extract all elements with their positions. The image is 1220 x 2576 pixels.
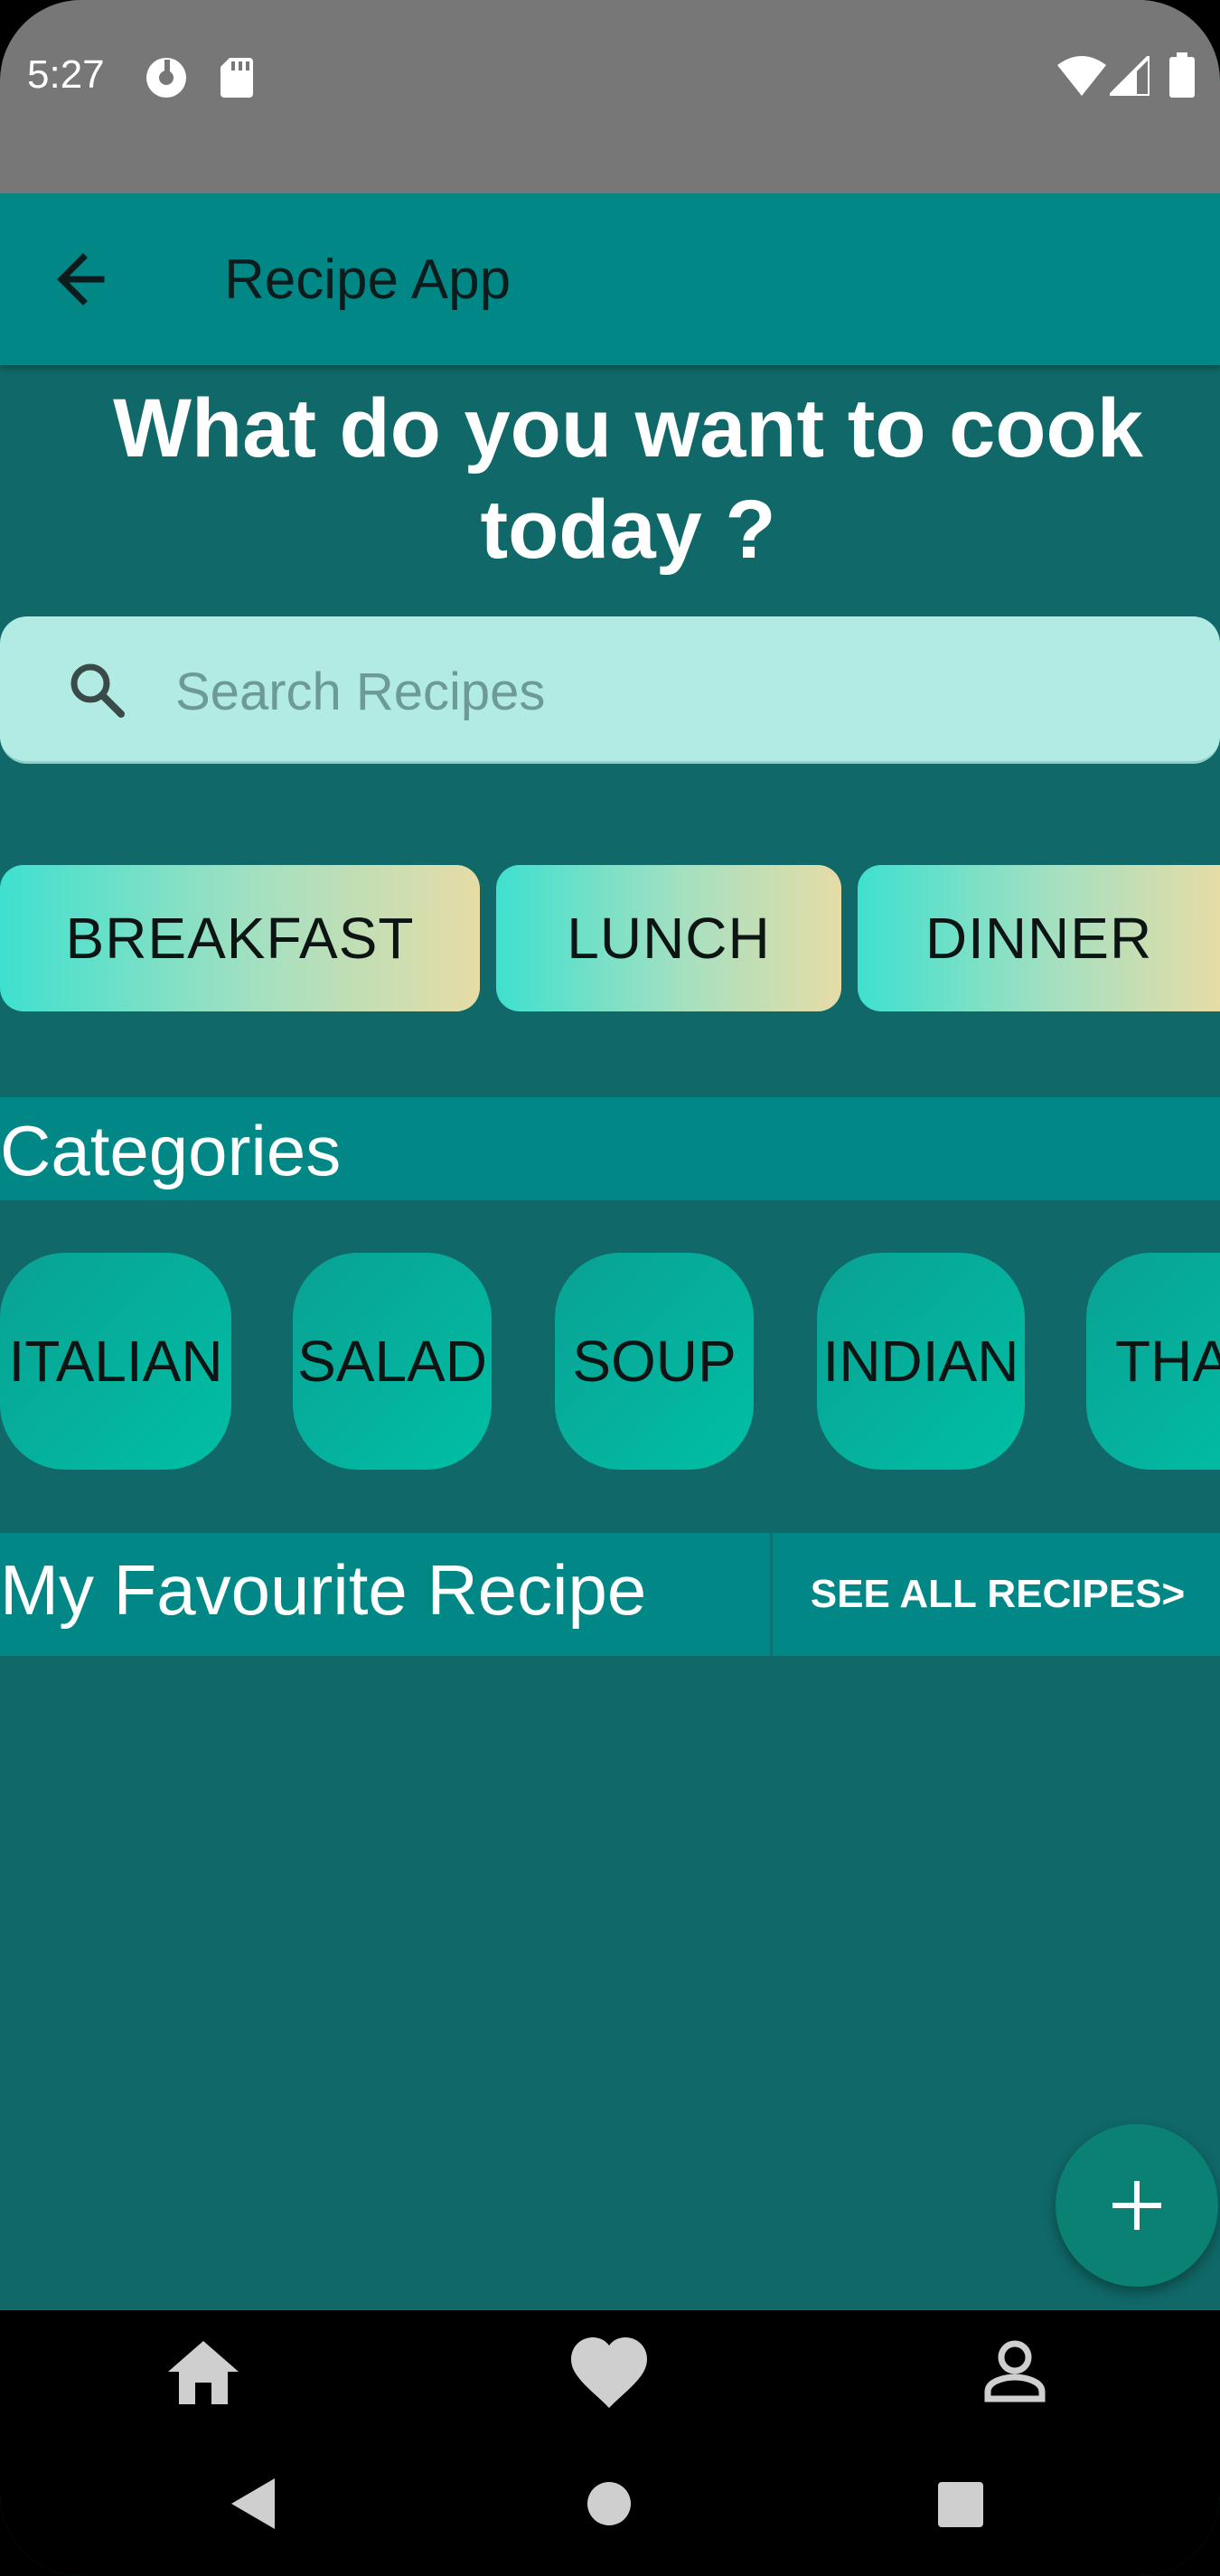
app-notification-icon <box>146 58 186 98</box>
category-chip-thai[interactable]: THAI <box>1086 1253 1220 1470</box>
battery-icon <box>1169 52 1195 98</box>
category-chip-indian[interactable]: INDIAN <box>817 1253 1025 1470</box>
plus-icon <box>1112 2181 1161 2230</box>
home-icon[interactable] <box>168 2341 239 2404</box>
meal-button-breakfast[interactable]: BREAKFAST <box>0 865 480 1011</box>
profile-icon[interactable] <box>983 2339 1046 2402</box>
categories-header: Categories <box>0 1097 1220 1200</box>
meal-button-dinner[interactable]: DINNER <box>858 865 1220 1011</box>
favourites-title: My Favourite Recipe <box>0 1550 647 1630</box>
app-bar: Recipe App <box>0 193 1220 365</box>
categories-title: Categories <box>0 1111 342 1190</box>
meal-button-lunch[interactable]: LUNCH <box>496 865 841 1011</box>
app-screen: 5:27 Recipe App What do you want to cook… <box>0 0 1220 2576</box>
see-all-recipes-button[interactable]: SEE ALL RECIPES> <box>770 1533 1220 1656</box>
category-chip-salad[interactable]: SALAD <box>293 1253 492 1470</box>
search-input[interactable] <box>174 653 1171 730</box>
status-time: 5:27 <box>27 52 105 97</box>
page-headline: What do you want to cook today ? <box>113 382 1143 576</box>
wifi-icon <box>1057 56 1106 96</box>
recents-square-icon[interactable] <box>938 2482 983 2527</box>
category-chip-italian[interactable]: ITALIAN <box>0 1253 231 1470</box>
search-box[interactable] <box>0 616 1220 764</box>
back-triangle-icon[interactable] <box>231 2478 277 2529</box>
bottom-navigation <box>0 2310 1220 2576</box>
app-title: Recipe App <box>224 249 511 311</box>
home-circle-icon[interactable] <box>586 2480 633 2527</box>
cell-signal-icon <box>1110 56 1150 96</box>
status-bar: 5:27 <box>0 0 1220 193</box>
sd-card-icon <box>221 58 253 98</box>
heart-icon[interactable] <box>571 2337 647 2408</box>
add-recipe-button[interactable] <box>1056 2124 1218 2287</box>
search-icon <box>70 663 125 718</box>
arrow-left-icon <box>57 253 105 306</box>
back-button[interactable] <box>45 243 127 315</box>
category-chip-soup[interactable]: SOUP <box>555 1253 754 1470</box>
